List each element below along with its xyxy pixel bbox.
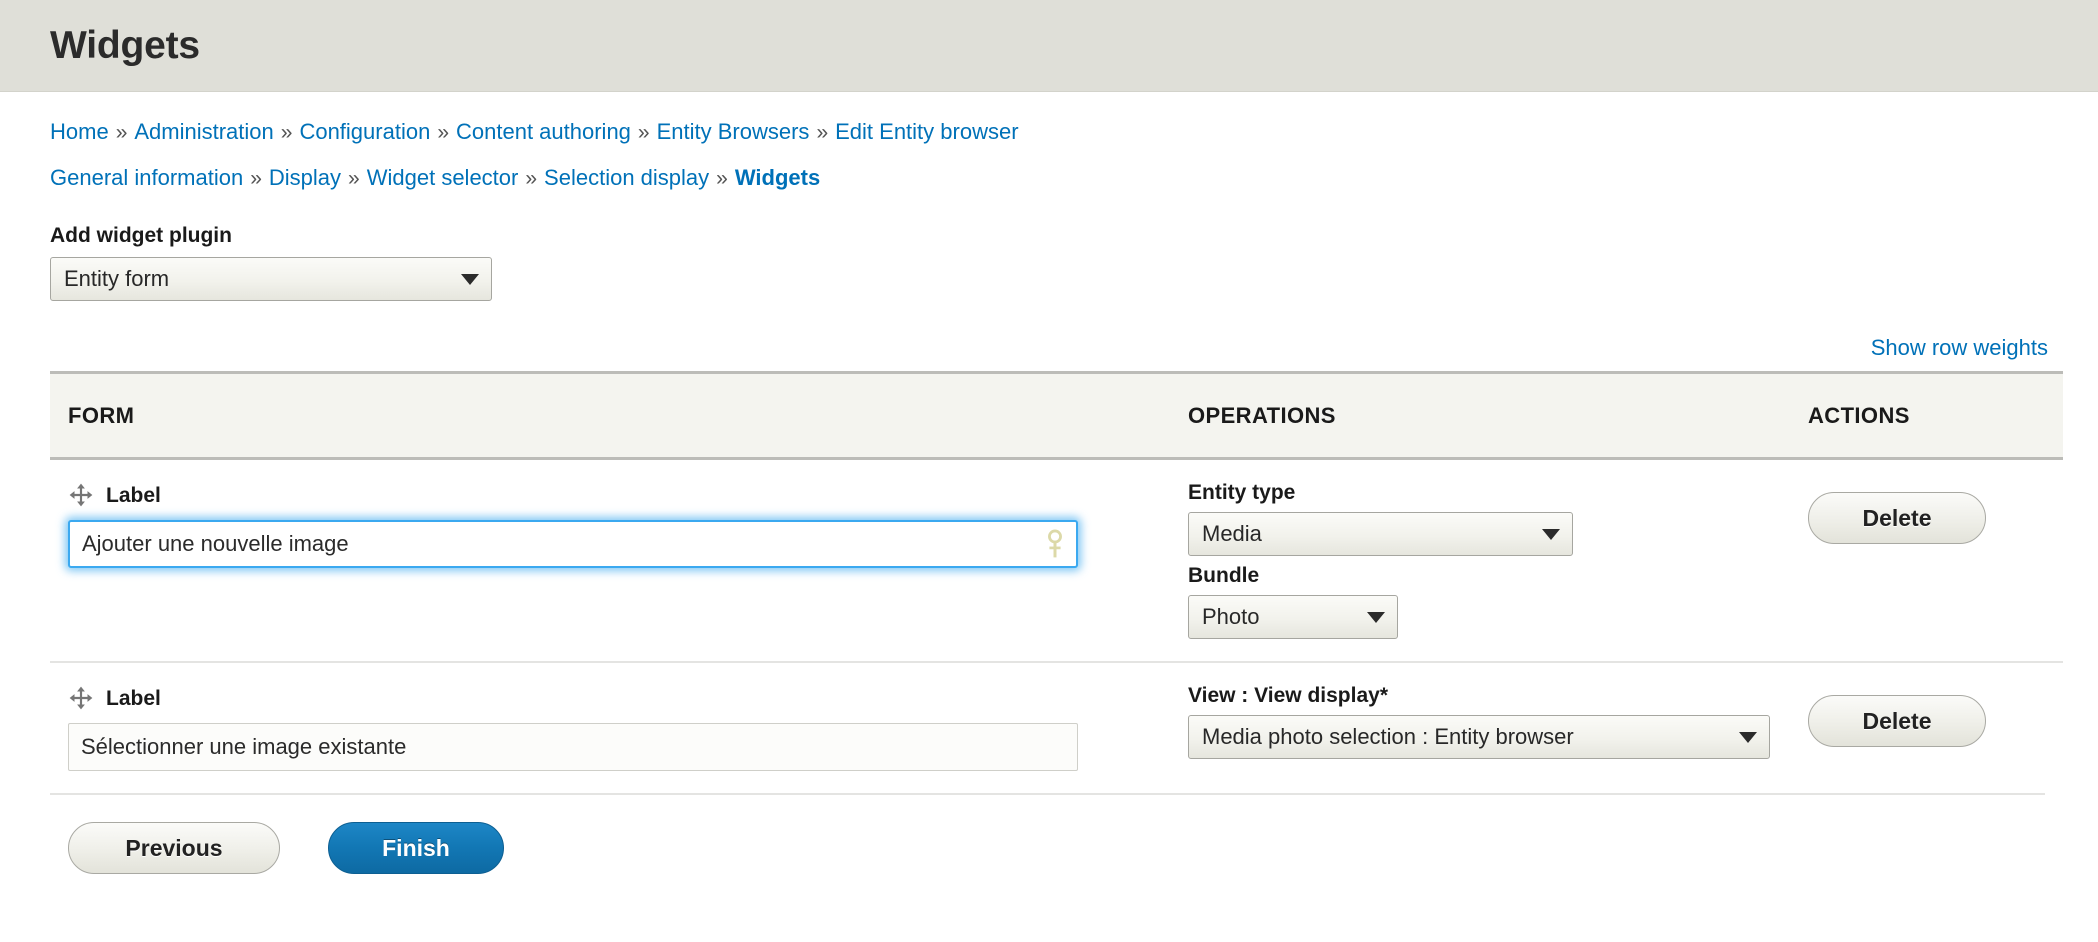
row-label-text: Label [106,483,161,507]
column-header-form: FORM [50,371,1188,460]
view-display-label-text: View : View display [1188,684,1380,707]
entity-type-value: Media [1202,521,1262,546]
table-row: Label Ajouter une nouvelle image Entity … [50,458,2063,662]
page-title: Widgets [50,24,200,67]
bundle-label: Bundle [1188,564,1260,587]
operation-view-display: View : View display* Media photo selecti… [1188,685,1808,759]
operation-bundle: Bundle Photo [1188,565,1808,639]
view-display-select[interactable]: Media photo selection : Entity browser [1188,715,1770,759]
breadcrumb-item-widget-selector[interactable]: Widget selector [367,165,519,190]
breadcrumb-item-configuration[interactable]: Configuration [299,119,430,144]
breadcrumb-separator: » [716,167,728,190]
row-actions-cell: Delete [1808,458,2063,662]
column-header-operations: OPERATIONS [1188,371,1808,460]
row-operations-cell: Entity type Media Bundle Photo [1188,458,1808,662]
row-label-text: Label [106,686,161,710]
row-operations-cell: View : View display* Media photo selecti… [1188,661,1808,793]
show-row-weights-link[interactable]: Show row weights [1871,335,2048,360]
breadcrumb-separator: » [525,167,538,190]
chevron-down-icon [1542,528,1560,540]
breadcrumb-item-entity-browsers[interactable]: Entity Browsers [657,119,810,144]
delete-button[interactable]: Delete [1808,695,1986,747]
view-display-label: View : View display* [1188,685,1808,706]
operation-entity-type: Entity type Media [1188,482,1808,556]
row-label-input-wrap [68,520,1078,568]
row-label-input[interactable] [68,520,1078,568]
add-widget-plugin-field: Add widget plugin Entity form [50,225,2048,301]
page-content: Home » Administration » Configuration » Conten… [0,92,2098,874]
delete-button[interactable]: Delete [1808,492,1986,544]
move-handle-icon[interactable] [68,685,94,711]
chevron-down-icon [1739,731,1757,743]
breadcrumb-item-administration[interactable]: Administration [134,119,273,144]
move-handle-icon[interactable] [68,482,94,508]
breadcrumb-row-primary: Home » Administration » Configuration » Conten… [50,92,2048,144]
column-header-actions: ACTIONS [1808,371,2063,460]
previous-button[interactable]: Previous [68,822,280,874]
breadcrumb-item-content-authoring[interactable]: Content authoring [456,119,631,144]
breadcrumb-item-general-information[interactable]: General information [50,165,243,190]
bundle-select[interactable]: Photo [1188,595,1398,639]
finish-button[interactable]: Finish [328,822,504,874]
row-label-input-wrap [68,723,1078,771]
widgets-table-header-row: FORM OPERATIONS ACTIONS [50,371,2063,460]
breadcrumb-separator: » [437,121,450,144]
row-form-cell: Label [50,661,1188,793]
breadcrumb-item-selection-display[interactable]: Selection display [544,165,709,190]
show-row-weights-bar: Show row weights [50,337,2048,359]
breadcrumb-separator: » [637,121,650,144]
widgets-table-head: FORM OPERATIONS ACTIONS [50,371,2063,460]
form-actions: Previous Finish [50,793,2045,874]
breadcrumb-item-display[interactable]: Display [269,165,341,190]
row-label-input[interactable] [68,723,1078,771]
bundle-value: Photo [1202,604,1260,629]
required-asterisk: * [1379,684,1388,707]
row-label-line: Label [68,685,1188,711]
table-row: Label View : View display* Media photo s… [50,661,2063,793]
breadcrumb-row-secondary: General information » Display » Widget selec… [50,143,2048,190]
row-form-cell: Label [50,458,1188,662]
add-widget-plugin-value: Entity form [64,266,170,291]
widgets-table: FORM OPERATIONS ACTIONS Label Ajouter un… [50,371,2063,793]
breadcrumb-separator: » [250,167,262,190]
chevron-down-icon [461,273,479,285]
page-header: Widgets [0,0,2098,92]
breadcrumb-item-home[interactable]: Home [50,119,109,144]
breadcrumb-item-widgets[interactable]: Widgets [735,165,820,190]
chevron-down-icon [1367,611,1385,623]
row-actions-cell: Delete [1808,661,2063,793]
breadcrumb-item-edit-entity-browser[interactable]: Edit Entity browser [835,119,1018,144]
row-label-line: Label [68,482,1188,508]
widgets-table-body: Label Ajouter une nouvelle image Entity … [50,458,2063,793]
add-widget-plugin-select[interactable]: Entity form [50,257,492,301]
breadcrumb: Home » Administration » Configuration » Conten… [50,92,2048,190]
add-widget-plugin-label: Add widget plugin [50,224,232,247]
view-display-value: Media photo selection : Entity browser [1202,724,1574,749]
breadcrumb-separator: » [280,121,293,144]
breadcrumb-separator: » [115,121,128,144]
breadcrumb-separator: » [348,167,360,190]
breadcrumb-separator: » [816,121,829,144]
entity-type-label: Entity type [1188,481,1296,504]
entity-type-select[interactable]: Media [1188,512,1573,556]
